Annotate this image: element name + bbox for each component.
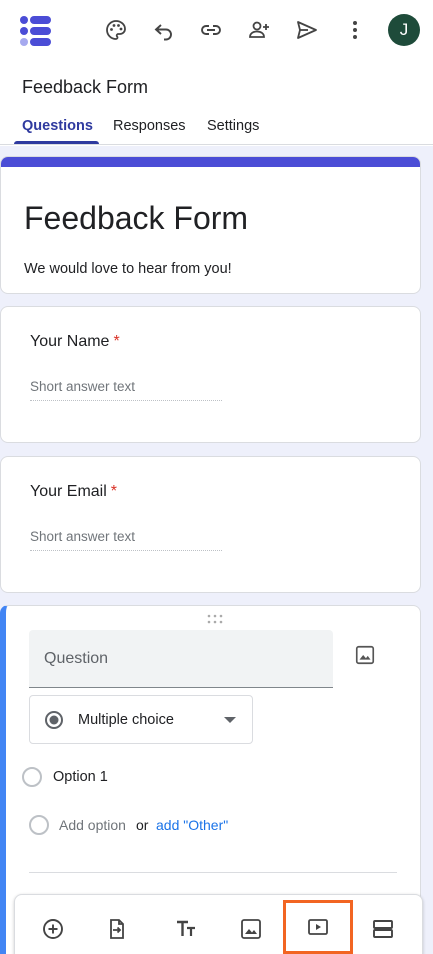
add-collaborator-icon[interactable]	[246, 17, 272, 43]
send-icon[interactable]	[294, 17, 320, 43]
title-card-accent	[1, 157, 420, 167]
tab-questions[interactable]: Questions	[22, 118, 93, 134]
drag-handle-icon[interactable]	[206, 614, 224, 624]
user-avatar[interactable]: J	[388, 14, 420, 46]
active-tab-indicator	[14, 141, 99, 144]
chevron-down-icon	[224, 717, 236, 723]
question-title: Your Email *	[30, 483, 118, 500]
add-section-icon[interactable]	[367, 913, 399, 945]
document-title[interactable]: Feedback Form	[22, 77, 148, 98]
divider	[29, 872, 397, 873]
add-question-icon[interactable]	[37, 913, 69, 945]
question-card-email[interactable]: Your Email * Short answer text	[0, 456, 421, 593]
tab-settings[interactable]: Settings	[207, 118, 259, 134]
import-questions-icon[interactable]	[101, 913, 133, 945]
question-type-label: Multiple choice	[78, 711, 174, 728]
question-title: Your Name *	[30, 333, 120, 350]
form-description[interactable]: We would love to hear from you!	[24, 261, 232, 277]
short-answer-placeholder: Short answer text	[30, 529, 222, 551]
floating-toolbar	[14, 894, 423, 954]
radio-button-icon	[45, 710, 63, 729]
add-video-icon[interactable]	[283, 900, 353, 954]
question-card-name[interactable]: Your Name * Short answer text	[0, 306, 421, 443]
form-title[interactable]: Feedback Form	[24, 200, 248, 237]
link-icon[interactable]	[198, 17, 224, 43]
add-image-icon[interactable]	[352, 642, 378, 668]
tab-bar: Questions Responses Settings	[0, 114, 433, 145]
undo-icon[interactable]	[151, 17, 177, 43]
form-canvas: Feedback Form We would love to hear from…	[0, 146, 433, 954]
short-answer-placeholder: Short answer text	[30, 379, 222, 401]
palette-icon[interactable]	[103, 17, 129, 43]
required-asterisk: *	[110, 483, 118, 500]
forms-logo[interactable]	[19, 14, 53, 48]
question-title-input[interactable]: Question	[29, 630, 333, 688]
more-vert-icon[interactable]	[342, 17, 368, 43]
add-image-icon[interactable]	[235, 913, 267, 945]
option-1-text[interactable]: Option 1	[53, 769, 108, 785]
add-option-radio	[29, 815, 49, 835]
question-type-dropdown[interactable]: Multiple choice	[29, 695, 253, 744]
app-header: J Feedback Form Questions Responses Sett…	[0, 0, 433, 145]
required-asterisk: *	[113, 333, 120, 350]
form-title-card[interactable]: Feedback Form We would love to hear from…	[0, 156, 421, 294]
option-radio	[22, 767, 42, 787]
add-title-icon[interactable]	[170, 913, 202, 945]
add-other-link[interactable]: add "Other"	[156, 817, 228, 833]
add-option-button[interactable]: Add option	[59, 817, 126, 833]
or-text: or	[136, 817, 149, 833]
tab-responses[interactable]: Responses	[113, 118, 186, 134]
